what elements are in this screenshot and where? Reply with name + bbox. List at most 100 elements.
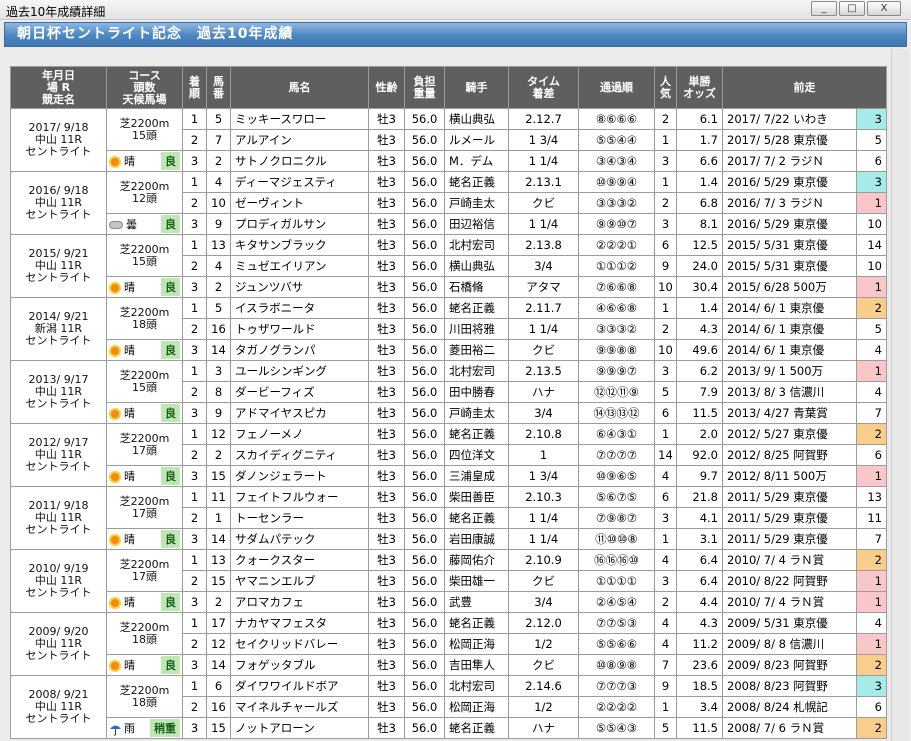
- previous-race: 2013/ 8/ 3 信濃川: [722, 381, 857, 403]
- horse-number: 16: [206, 318, 231, 340]
- horse-name: トゥザワールド: [230, 318, 369, 340]
- carried-weight: 56.0: [404, 108, 445, 130]
- time-margin: 2.12.7: [508, 108, 579, 130]
- table-row[interactable]: 晴良 3 14 フォゲッタブル 牡3 56.0 吉田隼人 クビ ⑩⑧⑨⑧ 7 23.6 2009/ 8…: [11, 654, 887, 676]
- weather-label: 晴: [124, 596, 135, 609]
- race-race: セントライト: [25, 649, 92, 662]
- vertical-scrollbar[interactable]: [891, 49, 909, 741]
- table-row[interactable]: 晴良 3 15 ダノンジェラート 牡3 56.0 三浦皇成 1 3/4 ⑩⑨⑥⑤ 4 9.7 2012…: [11, 465, 887, 487]
- table-row[interactable]: 2010/ 9/19 中山 11R セントライト 芝2200m 17頭 1 13 クォークスタ…: [10, 549, 887, 613]
- race-course: 芝2200m: [119, 620, 170, 634]
- race-course: 芝2200m: [119, 305, 170, 319]
- table-row[interactable]: 2016/ 9/18 中山 11R セントライト 芝2200m 12頭 1 4 ディーマジェス…: [10, 171, 887, 235]
- sex-age: 牡3: [368, 276, 405, 298]
- table-row[interactable]: 晴良 3 14 サダムパテック 牡3 56.0 岩田康誠 1 1/4 ⑪⑩⑩⑧ 1 3.1 2011/…: [11, 528, 887, 550]
- race-race: セントライト: [25, 523, 92, 536]
- horse-number: 2: [206, 591, 231, 613]
- win-odds: 18.5: [676, 675, 723, 697]
- col-time-header[interactable]: タイム 着差: [508, 66, 579, 109]
- previous-race: 2015/ 6/28 500万: [722, 276, 857, 298]
- jockey-name: 蛯名正義: [444, 612, 509, 634]
- passing-order: ②②②①: [578, 234, 655, 256]
- table-row[interactable]: 2011/ 9/18 中山 11R セントライト 芝2200m 17頭 1 11 フェイトフル…: [10, 486, 887, 550]
- win-odds: 1.4: [676, 297, 723, 319]
- carried-weight: 56.0: [404, 612, 445, 634]
- jockey-name: 松岡正海: [444, 633, 509, 655]
- popularity: 4: [654, 633, 677, 655]
- jockey-name: 吉田隼人: [444, 654, 509, 676]
- previous-race: 2009/ 5/31 東京優: [722, 612, 857, 634]
- jockey-name: 三浦皇成: [444, 465, 509, 487]
- col-number-header[interactable]: 馬番: [206, 66, 231, 109]
- previous-race: 2011/ 5/29 東京優: [722, 486, 857, 508]
- maximize-button[interactable]: □: [839, 1, 865, 16]
- weather-label: 晴: [124, 281, 135, 294]
- table-row[interactable]: 2012/ 9/17 中山 11R セントライト 芝2200m 17頭 1 12 フェノーメノ…: [10, 423, 887, 487]
- finish-rank: 3: [182, 276, 207, 298]
- previous-result: 3: [856, 108, 887, 130]
- popularity: 3: [654, 507, 677, 529]
- win-odds: 12.5: [676, 234, 723, 256]
- jockey-name: 蛯名正義: [444, 297, 509, 319]
- col-popularity-header[interactable]: 人気: [654, 66, 677, 109]
- track-condition-badge: 良: [161, 467, 180, 485]
- table-row[interactable]: 2008/ 9/21 中山 11R セントライト 芝2200m 18頭 1 6 ダイワワイルド…: [10, 675, 887, 739]
- table-row[interactable]: 曇良 3 9 プロディガルサン 牡3 56.0 田辺裕信 1 1/4 ⑨⑨⑩⑦ 3 8.1 2016/…: [11, 213, 887, 235]
- minimize-button[interactable]: _: [811, 1, 837, 16]
- finish-rank: 2: [182, 318, 207, 340]
- time-margin: 1/2: [508, 633, 579, 655]
- passing-order: ⑧⑥⑥⑥: [578, 108, 655, 130]
- weather-label: 晴: [124, 407, 135, 420]
- passing-order: ⑤⑥⑦⑤: [578, 486, 655, 508]
- carried-weight: 56.0: [404, 444, 445, 466]
- col-horse-header[interactable]: 馬名: [230, 66, 369, 109]
- col-weight-header[interactable]: 負担 重量: [404, 66, 445, 109]
- previous-race: 2008/ 8/24 札幌記: [722, 696, 857, 718]
- table-row[interactable]: 晴良 3 2 アロマカフェ 牡3 56.0 武豊 3/4 ②④⑤④ 2 4.4 2010/ 7/ 4 …: [11, 591, 887, 613]
- horse-number: 4: [206, 171, 231, 193]
- col-passing-header[interactable]: 通過順: [578, 66, 655, 109]
- col-date-header[interactable]: 年月日場 R 競走名: [10, 66, 107, 109]
- table-row[interactable]: 2013/ 9/17 中山 11R セントライト 芝2200m 15頭 1 3 ユールシンギン…: [10, 360, 887, 424]
- previous-race: 2016/ 5/29 東京優: [722, 171, 857, 193]
- track-condition-badge: 良: [161, 656, 180, 674]
- carried-weight: 56.0: [404, 549, 445, 571]
- weather-cell: 晴良: [106, 150, 183, 172]
- close-button[interactable]: X: [867, 1, 901, 16]
- previous-race: 2014/ 6/ 1 東京優: [722, 318, 857, 340]
- previous-race: 2016/ 7/ 3 ラジＮ: [722, 192, 857, 214]
- sex-age: 牡3: [368, 402, 405, 424]
- race-heads: 17頭: [132, 443, 157, 457]
- col-course-header[interactable]: コース 頭数 天候馬場: [106, 66, 183, 109]
- table-row[interactable]: 2015/ 9/21 中山 11R セントライト 芝2200m 15頭 1 13 キタサンブラ…: [10, 234, 887, 298]
- page-title: 朝日杯セントライト記念 過去10年成績: [4, 22, 907, 47]
- passing-order: ⑫⑫⑪⑨: [578, 381, 655, 403]
- table-row[interactable]: 晴良 3 9 アドマイヤスピカ 牡3 56.0 戸崎圭太 3/4 ⑭⑬⑬⑫ 6 11.5 2013/ …: [11, 402, 887, 424]
- passing-order: ⑭⑬⑬⑫: [578, 402, 655, 424]
- col-jockey-header[interactable]: 騎手: [444, 66, 509, 109]
- horse-name: ゼーヴィント: [230, 192, 369, 214]
- finish-rank: 3: [182, 528, 207, 550]
- table-row[interactable]: 2014/ 9/21 新潟 11R セントライト 芝2200m 18頭 1 5 イスラボニータ…: [10, 297, 887, 361]
- table-row[interactable]: 晴良 3 2 サトノクロニクル 牡3 56.0 M．デム 1 1/4 ③④③④ 3 6.6 2017/…: [11, 150, 887, 172]
- popularity: 3: [654, 570, 677, 592]
- weather-cell: 晴良: [106, 465, 183, 487]
- sun-icon: [109, 281, 121, 294]
- table-row[interactable]: 雨 稍重 3 15 ノットアローン 牡3 56.0 蛯名正義 ハナ ⑤⑤④③ 5 11.5 2008/ …: [11, 717, 887, 739]
- previous-result: 2: [856, 654, 887, 676]
- popularity: 4: [654, 465, 677, 487]
- jockey-name: 岩田康誠: [444, 528, 509, 550]
- table-row[interactable]: 晴良 3 2 ジュンツバサ 牡3 56.0 石橋脩 アタマ ⑦⑥⑥⑧ 10 30.4 2015/ 6/…: [11, 276, 887, 298]
- col-odds-header[interactable]: 単勝 オッズ: [676, 66, 723, 109]
- previous-result: 5: [856, 129, 887, 151]
- table-row[interactable]: 晴良 3 14 タガノグランパ 牡3 56.0 菱田裕二 クビ ⑨⑨⑧⑧ 10 49.6 2014/ …: [11, 339, 887, 361]
- sun-icon: [109, 659, 121, 672]
- col-sexage-header[interactable]: 性齢: [368, 66, 405, 109]
- table-row[interactable]: 2017/ 9/18 中山 11R セントライト 芝2200m 15頭 1 5 ミッキースワロ…: [10, 108, 887, 172]
- horse-number: 1: [206, 507, 231, 529]
- col-rank-header[interactable]: 着順: [182, 66, 207, 109]
- table-row[interactable]: 2009/ 9/20 中山 11R セントライト 芝2200m 18頭 1 17 ナカヤマフェ…: [10, 612, 887, 676]
- col-previous-race-header[interactable]: 前走: [722, 66, 887, 109]
- previous-result: 4: [856, 381, 887, 403]
- jockey-name: 横山典弘: [444, 108, 509, 130]
